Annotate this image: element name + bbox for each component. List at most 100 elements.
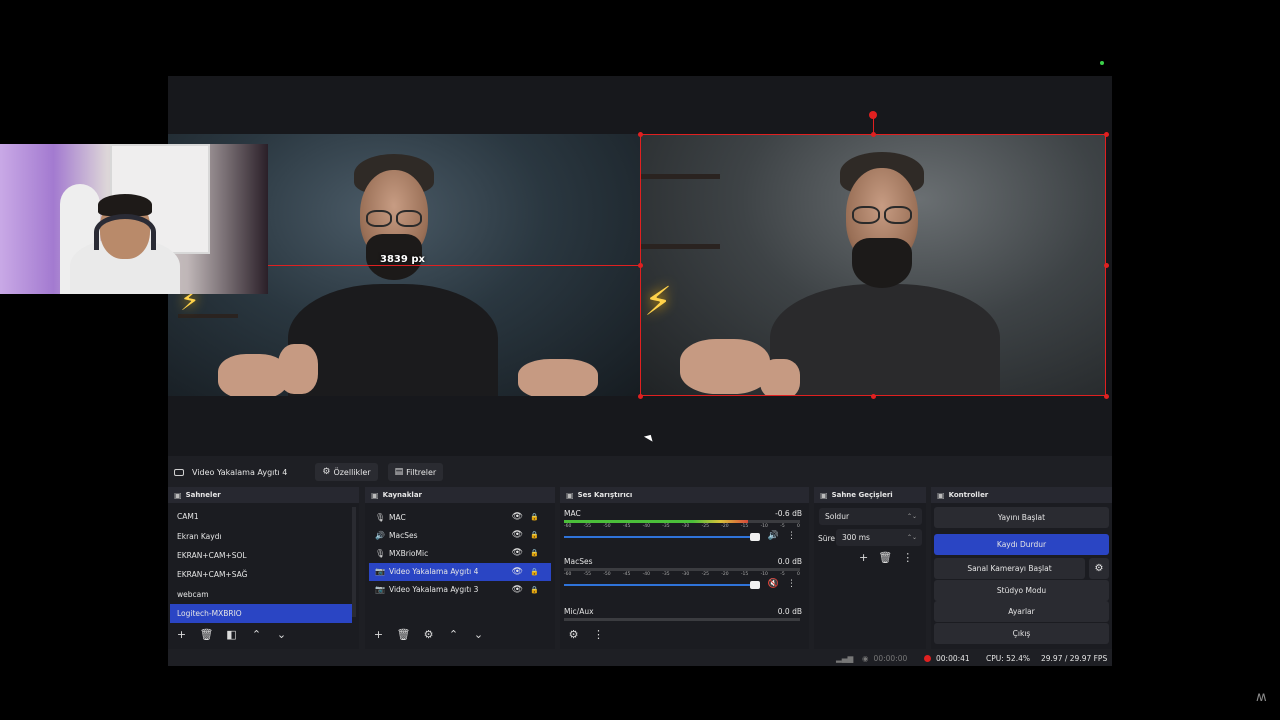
mouse-cursor-icon — [643, 432, 656, 442]
mixer-title-label: Ses Karıştırıcı — [577, 491, 633, 499]
sources-footer: + 🗑 ⚙ ⌃ ⌄ — [371, 628, 486, 641]
properties-label: Özellikler — [333, 467, 371, 477]
tick-label: -55 — [583, 524, 592, 529]
settings-button[interactable]: Ayarlar — [934, 601, 1109, 622]
trash-icon[interactable]: 🗑 — [878, 551, 892, 564]
properties-button[interactable]: ⚙ Özellikler — [315, 463, 378, 481]
eye-icon[interactable]: 👁 — [512, 585, 523, 595]
gear-icon[interactable]: ⚙ — [421, 628, 436, 641]
duration-field[interactable]: 300 ms ⌃⌄ — [836, 529, 922, 546]
eye-icon[interactable]: 👁 — [512, 512, 523, 522]
volume-meter — [564, 618, 800, 621]
duration-label: Süre — [818, 534, 836, 543]
volume-slider[interactable] — [564, 581, 760, 589]
mixer-footer: ⚙ ⋮ — [566, 628, 606, 641]
lock-icon[interactable]: 🔒 — [530, 549, 539, 557]
muted-speaker-icon[interactable]: 🔇 — [768, 579, 779, 589]
more-icon[interactable]: ⋮ — [787, 531, 796, 541]
scene-item[interactable]: EKRAN+CAM+SAĞ — [170, 565, 352, 584]
trash-icon[interactable]: 🗑 — [396, 628, 411, 641]
start-stream-button[interactable]: Yayını Başlat — [934, 507, 1109, 528]
camera-icon: 📷 — [375, 567, 385, 577]
resize-handle[interactable] — [1104, 263, 1109, 268]
lock-icon[interactable]: 🔒 — [530, 568, 539, 576]
eye-icon[interactable]: 👁 — [512, 567, 523, 577]
resize-handle[interactable] — [1104, 132, 1109, 137]
volume-meter — [564, 568, 800, 571]
add-icon[interactable]: + — [859, 551, 868, 564]
tick-label: -45 — [622, 524, 631, 529]
transition-value: Soldur — [825, 512, 850, 521]
virtual-camera-settings-icon[interactable]: ⚙ — [1089, 558, 1109, 579]
tick-label: -20 — [721, 524, 729, 529]
scrollbar[interactable] — [352, 507, 356, 617]
scene-item[interactable]: webcam — [170, 585, 352, 604]
logo-icon: ʍ — [1256, 690, 1267, 705]
eye-icon[interactable]: 👁 — [512, 530, 523, 540]
slider-handle[interactable] — [750, 581, 760, 589]
scene-item[interactable]: Ekran Kaydı — [170, 526, 352, 545]
source-item[interactable]: 🎙 MAC 👁 🔒 — [369, 508, 551, 526]
controls-title-label: Kontroller — [948, 491, 989, 499]
scenes-title-label: Sahneler — [185, 491, 221, 499]
controls-title: ▣ Kontroller — [931, 487, 1112, 503]
gear-icon[interactable]: ⚙ — [566, 628, 581, 641]
tick-label: -50 — [603, 524, 611, 529]
rotation-handle[interactable] — [869, 111, 877, 119]
speaker-icon[interactable]: 🔊 — [768, 531, 779, 541]
virtual-camera-button[interactable]: Sanal Kamerayı Başlat — [934, 558, 1085, 579]
scene-item[interactable]: EKRAN+CAM+SOL — [170, 546, 352, 565]
lightning-icon: ⚡ — [644, 279, 673, 325]
transition-select[interactable]: Soldur ⌃⌄ — [819, 508, 922, 525]
record-status: 00:00:41 — [924, 654, 970, 663]
transitions-title: ▣ Sahne Geçişleri — [814, 487, 926, 503]
camera-icon: 📷 — [375, 585, 385, 595]
chevron-up-icon[interactable]: ⌃ — [446, 628, 461, 641]
tick-label: -40 — [642, 524, 650, 529]
stepper-icon[interactable]: ⌃⌄ — [907, 534, 917, 541]
more-icon[interactable]: ⋮ — [591, 628, 606, 641]
resize-handle[interactable] — [871, 132, 876, 137]
camera-feed-right[interactable]: ⚡ — [640, 134, 1106, 396]
filter-icon[interactable]: ◧ — [224, 628, 239, 641]
dock-icon: ▣ — [937, 490, 945, 500]
resize-handle[interactable] — [638, 132, 643, 137]
studio-mode-button[interactable]: Stüdyo Modu — [934, 580, 1109, 601]
resize-handle[interactable] — [1104, 394, 1109, 399]
tick-label: -60 — [564, 572, 572, 577]
more-icon[interactable]: ⋮ — [787, 579, 796, 589]
dock-icon: ▣ — [371, 490, 379, 500]
scene-item[interactable]: CAM1 — [170, 507, 352, 526]
source-item[interactable]: 🎙 MXBrioMic 👁 🔒 — [369, 544, 551, 562]
volume-slider[interactable] — [564, 533, 760, 541]
lock-icon[interactable]: 🔒 — [530, 513, 539, 521]
chevron-down-icon[interactable]: ⌄ — [274, 628, 289, 641]
source-item[interactable]: 📷 Video Yakalama Aygıtı 4 👁 🔒 — [369, 562, 551, 581]
source-item[interactable]: 📷 Video Yakalama Aygıtı 3 👁 🔒 — [369, 581, 551, 599]
eye-icon[interactable]: 👁 — [512, 548, 523, 558]
lock-icon[interactable]: 🔒 — [530, 531, 539, 539]
add-icon[interactable]: + — [174, 628, 189, 641]
lock-icon[interactable]: 🔒 — [530, 586, 539, 594]
preview-canvas[interactable]: ⚡ ⚡ 3839 px — [168, 76, 1112, 456]
scene-item[interactable]: Logitech-MXBRIO — [170, 603, 352, 624]
chevron-up-icon[interactable]: ⌃ — [249, 628, 264, 641]
resize-handle[interactable] — [871, 394, 876, 399]
tick-label: -45 — [622, 572, 631, 577]
filters-button[interactable]: ▤ Filtreler — [387, 463, 444, 481]
trash-icon[interactable]: 🗑 — [199, 628, 214, 641]
chevron-down-icon[interactable]: ⌄ — [471, 628, 486, 641]
resize-handle[interactable] — [638, 394, 643, 399]
more-icon[interactable]: ⋮ — [902, 551, 913, 564]
add-icon[interactable]: + — [371, 628, 386, 641]
resize-handle[interactable] — [638, 263, 643, 268]
scenes-dock: ▣ Sahneler CAM1 Ekran Kaydı EKRAN+CAM+SOL E… — [168, 487, 359, 649]
duration-value: 300 ms — [842, 533, 870, 542]
exit-button[interactable]: Çıkış — [934, 623, 1109, 644]
source-item[interactable]: 🔊 MacSes 👁 🔒 — [369, 526, 551, 544]
slider-handle[interactable] — [750, 533, 760, 541]
tick-label: -25 — [701, 572, 709, 577]
status-bar: ▂▄▆ ◉ 00:00:00 00:00:41 CPU: 52.4% 29.97… — [168, 650, 1112, 666]
network-icon: ▂▄▆ — [836, 654, 854, 663]
stop-recording-button[interactable]: Kaydı Durdur — [934, 534, 1109, 555]
